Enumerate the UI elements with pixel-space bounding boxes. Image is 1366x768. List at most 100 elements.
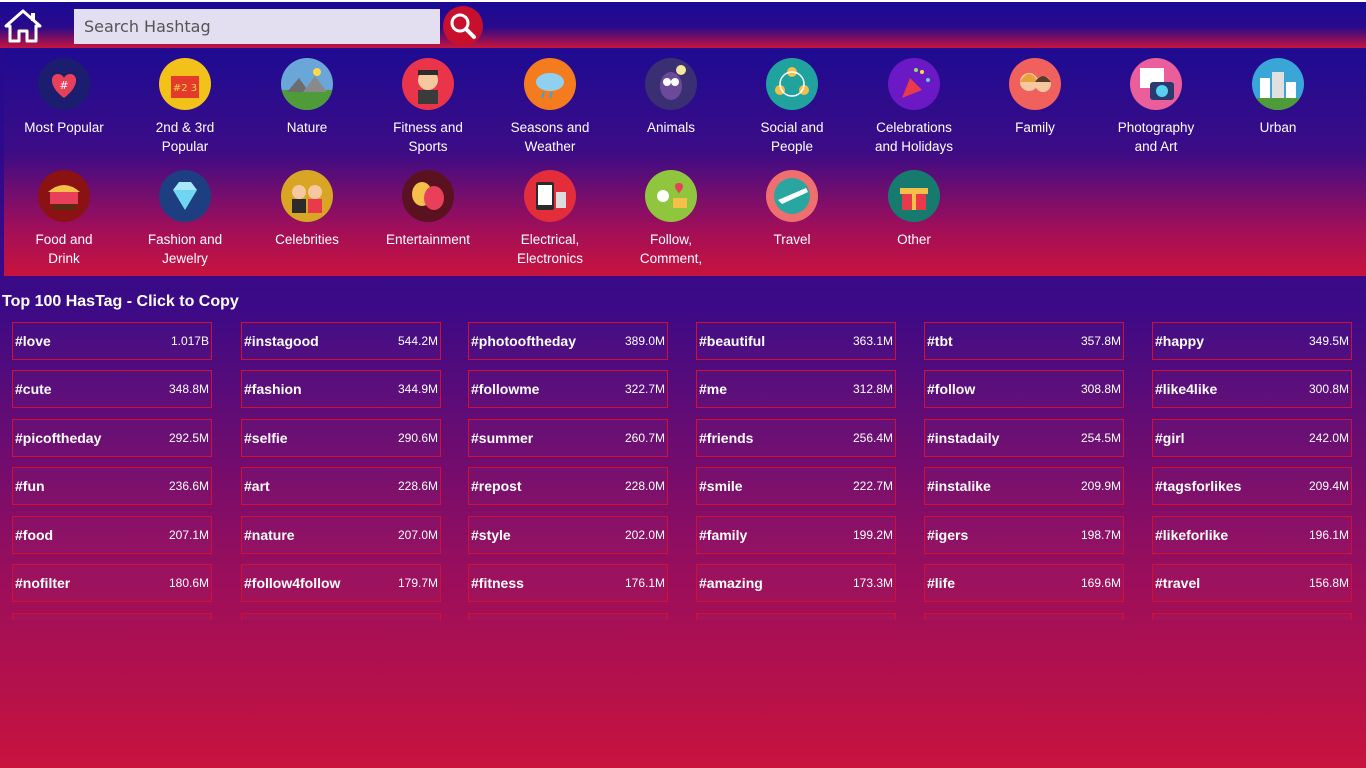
hashtag-item[interactable]: #instadaily 254.5M — [924, 419, 1124, 457]
hashtag-item[interactable]: #life 169.6M — [924, 564, 1124, 602]
hashtag-item[interactable] — [1152, 613, 1352, 620]
category-photography[interactable]: Photography and Art — [1096, 58, 1216, 156]
category-follow[interactable]: Follow, Comment, — [611, 170, 731, 268]
hashtag-name: #follow4follow — [244, 575, 341, 591]
category-label: Photography and Art — [1117, 120, 1195, 154]
hashtag-item[interactable]: #instagood 544.2M — [241, 322, 441, 360]
category-celebrations[interactable]: Celebrations and Holidays — [854, 58, 974, 156]
hashtag-count: 207.1M — [168, 528, 209, 542]
hashtag-item[interactable]: #cute 348.8M — [12, 370, 212, 408]
category-entertainment[interactable]: Entertainment — [368, 170, 488, 249]
hashtag-name: #amazing — [699, 575, 763, 591]
hashtag-item[interactable]: #beautiful 363.1M — [696, 322, 896, 360]
hashtag-item[interactable]: #summer 260.7M — [468, 419, 668, 457]
hashtag-item[interactable] — [696, 613, 896, 620]
category-electrical[interactable]: Electrical, Electronics — [490, 170, 610, 268]
category-label: Celebrities — [275, 232, 339, 247]
hashtag-item[interactable]: #selfie 290.6M — [241, 419, 441, 457]
hashtag-count: 228.6M — [397, 479, 438, 493]
hashtag-item[interactable]: #picoftheday 292.5M — [12, 419, 212, 457]
hashtag-name: #food — [15, 527, 54, 543]
hashtag-item[interactable]: #amazing 173.3M — [696, 564, 896, 602]
category-2nd-3rd[interactable]: #2 3 2nd & 3rd Popular — [125, 58, 245, 156]
city-icon — [1252, 58, 1304, 110]
hashtag-item[interactable]: #photooftheday 389.0M — [468, 322, 668, 360]
category-social-and[interactable]: Social and People — [732, 58, 852, 156]
hashtag-item[interactable]: #smile 222.7M — [696, 467, 896, 505]
theater-masks-icon — [402, 170, 454, 222]
hashtag-item[interactable]: #follow4follow 179.7M — [241, 564, 441, 602]
hashtag-item[interactable] — [12, 613, 212, 620]
hashtag-item[interactable]: #friends 256.4M — [696, 419, 896, 457]
hashtag-count: 292.5M — [168, 431, 209, 445]
category-label: Other — [897, 232, 931, 247]
category-fitness-and[interactable]: Fitness and Sports — [368, 58, 488, 156]
hashtag-item[interactable]: #like4like 300.8M — [1152, 370, 1352, 408]
hashtag-item[interactable] — [468, 613, 668, 620]
category-celebrities[interactable]: Celebrities — [247, 170, 367, 249]
hashtag-item[interactable]: #instalike 209.9M — [924, 467, 1124, 505]
hashtag-item[interactable]: #follow 308.8M — [924, 370, 1124, 408]
hashtag-count: 173.3M — [852, 576, 893, 590]
hashtag-item[interactable]: #happy 349.5M — [1152, 322, 1352, 360]
category-travel[interactable]: Travel — [732, 170, 852, 249]
hashtag-name: #fun — [15, 478, 45, 494]
category-label: Urban — [1259, 120, 1297, 135]
hashtag-item[interactable]: #food 207.1M — [12, 516, 212, 554]
home-icon[interactable] — [4, 8, 42, 44]
diamond-icon — [159, 170, 211, 222]
category-other[interactable]: Other — [854, 170, 974, 249]
hashtag-item[interactable]: #tbt 357.8M — [924, 322, 1124, 360]
hashtag-count: 222.7M — [852, 479, 893, 493]
category-urban[interactable]: Urban — [1218, 58, 1338, 137]
hashtag-name: #art — [244, 478, 270, 494]
hashtag-item[interactable]: #me 312.8M — [696, 370, 896, 408]
category-animals[interactable]: Animals — [611, 58, 731, 137]
hashtag-item[interactable] — [241, 613, 441, 620]
hashtag-item[interactable]: #love 1.017B — [12, 322, 212, 360]
devices-icon — [524, 170, 576, 222]
hashtag-count: 180.6M — [168, 576, 209, 590]
hashtag-item[interactable]: #nature 207.0M — [241, 516, 441, 554]
hashtag-item[interactable]: #followme 322.7M — [468, 370, 668, 408]
hashtag-name: #travel — [1155, 575, 1201, 591]
category-most-popular[interactable]: # Most Popular — [4, 58, 124, 137]
hashtag-name: #smile — [699, 478, 743, 494]
hashtag-count: 254.5M — [1080, 431, 1121, 445]
category-label: Food and Drink — [35, 232, 93, 266]
search-button[interactable] — [443, 6, 483, 46]
category-label: Follow, Comment, — [639, 232, 703, 266]
hashtag-item[interactable]: #fashion 344.9M — [241, 370, 441, 408]
category-family[interactable]: Family — [975, 58, 1095, 137]
search-input[interactable] — [74, 9, 440, 44]
category-seasons-and[interactable]: Seasons and Weather — [490, 58, 610, 156]
hashtag-item[interactable]: #art 228.6M — [241, 467, 441, 505]
category-nature[interactable]: Nature — [247, 58, 367, 137]
hashtag-item[interactable]: #fitness 176.1M — [468, 564, 668, 602]
hashtag-count: 202.0M — [624, 528, 665, 542]
hashtag-item[interactable]: #style 202.0M — [468, 516, 668, 554]
hashtag-item[interactable]: #likeforlike 196.1M — [1152, 516, 1352, 554]
hashtag-item[interactable]: #travel 156.8M — [1152, 564, 1352, 602]
category-fashion-and[interactable]: Fashion and Jewelry — [125, 170, 245, 268]
hashtag-count: 196.1M — [1308, 528, 1349, 542]
hashtag-item[interactable]: #family 199.2M — [696, 516, 896, 554]
hashtag-count: 156.8M — [1308, 576, 1349, 590]
hashtag-item[interactable] — [924, 613, 1124, 620]
hashtag-count: 348.8M — [168, 382, 209, 396]
hashtag-item[interactable]: #tagsforlikes 209.4M — [1152, 467, 1352, 505]
category-label: Travel — [773, 232, 811, 247]
hashtag-name: #summer — [471, 430, 534, 446]
hashtag-item[interactable]: #fun 236.6M — [12, 467, 212, 505]
party-popper-icon — [888, 58, 940, 110]
hashtag-item[interactable]: #nofilter 180.6M — [12, 564, 212, 602]
category-label: Family — [1015, 120, 1055, 135]
hashtag-count: 242.0M — [1308, 431, 1349, 445]
category-food-and[interactable]: Food and Drink — [4, 170, 124, 268]
category-label: Seasons and Weather — [510, 120, 590, 154]
hashtag-item[interactable]: #igers 198.7M — [924, 516, 1124, 554]
hashtag-grid: #love 1.017B #instagood 544.2M #photooftheda… — [12, 322, 1357, 620]
hashtag-item[interactable]: #repost 228.0M — [468, 467, 668, 505]
hashtag-count: 290.6M — [397, 431, 438, 445]
hashtag-item[interactable]: #girl 242.0M — [1152, 419, 1352, 457]
